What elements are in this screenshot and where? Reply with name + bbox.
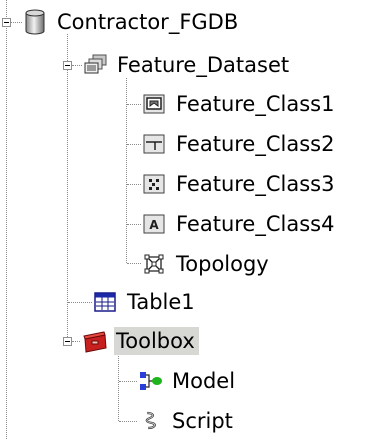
tree-node-feature-class4[interactable]: A Feature_Class4 [143, 207, 338, 241]
node-label: Feature_Class3 [176, 172, 335, 196]
collapse-toolbox-toggle[interactable] [63, 337, 72, 346]
tree-node-feature-dataset[interactable]: Feature_Dataset [84, 48, 293, 82]
tree-connector [68, 302, 92, 303]
tree-guide-line [6, 0, 7, 439]
script-icon [139, 410, 161, 432]
tree-connector [127, 104, 141, 105]
tree-connector [127, 144, 141, 145]
node-label: Feature_Dataset [117, 53, 290, 77]
tree-connector [127, 224, 141, 225]
tree-connector [11, 22, 22, 23]
point-feature-class-icon [143, 173, 165, 195]
tree-node-script[interactable]: Script [139, 404, 237, 438]
catalog-tree: Contractor_FGDB Feature_Dataset Feature_… [0, 0, 375, 439]
collapse-feature-dataset-toggle[interactable] [63, 61, 72, 70]
tree-connector [119, 421, 137, 422]
tree-node-toolbox[interactable]: Toolbox [82, 324, 199, 358]
tree-node-model[interactable]: Model [139, 364, 239, 398]
tree-guide-line [118, 356, 119, 421]
tree-connector [72, 65, 82, 66]
table-icon [94, 291, 116, 313]
collapse-root-toggle[interactable] [2, 18, 11, 27]
line-feature-class-icon [143, 133, 165, 155]
node-label: Topology [176, 252, 269, 276]
topology-icon [143, 253, 165, 275]
tree-guide-line [67, 34, 68, 341]
tree-connector [127, 263, 141, 264]
toolbox-icon [82, 330, 108, 353]
node-label: Feature_Class1 [176, 92, 335, 116]
annotation-feature-class-icon: A [143, 213, 165, 235]
tree-connector [119, 381, 137, 382]
tree-node-contractor-fgdb[interactable]: Contractor_FGDB [24, 5, 242, 39]
tree-connector [72, 341, 80, 342]
node-label: Toolbox [114, 327, 199, 355]
svg-text:A: A [149, 218, 159, 232]
node-label: Contractor_FGDB [57, 10, 239, 34]
model-icon [139, 370, 162, 392]
node-label: Table1 [127, 290, 195, 314]
node-label: Feature_Class2 [176, 132, 335, 156]
node-label: Script [172, 409, 233, 433]
tree-connector [127, 184, 141, 185]
polygon-feature-class-icon [143, 93, 165, 115]
database-icon [24, 9, 46, 35]
feature-dataset-icon [84, 54, 107, 76]
tree-node-feature-class3[interactable]: Feature_Class3 [143, 167, 338, 201]
tree-node-topology[interactable]: Topology [143, 247, 273, 281]
tree-guide-line [126, 78, 127, 263]
tree-node-feature-class1[interactable]: Feature_Class1 [143, 87, 338, 121]
tree-node-feature-class2[interactable]: Feature_Class2 [143, 127, 338, 161]
tree-node-table1[interactable]: Table1 [94, 285, 199, 319]
node-label: Feature_Class4 [176, 212, 335, 236]
node-label: Model [172, 369, 236, 393]
